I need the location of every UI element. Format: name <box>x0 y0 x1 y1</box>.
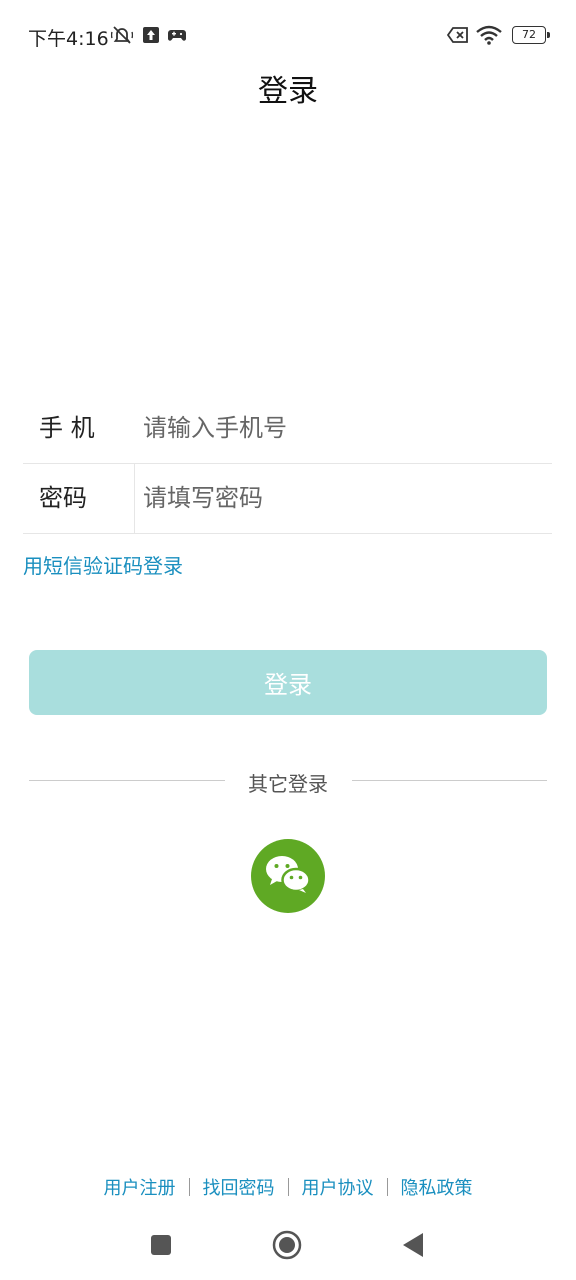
sms-login-link[interactable]: 用短信验证码登录 <box>23 550 183 579</box>
privacy-policy-link[interactable]: 隐私政策 <box>388 1174 486 1200</box>
navigation-bar <box>0 1220 576 1270</box>
password-divider <box>134 463 135 533</box>
wechat-icon <box>264 854 312 898</box>
upload-icon <box>141 24 161 46</box>
forgot-password-link[interactable]: 找回密码 <box>190 1174 288 1200</box>
wifi-icon <box>475 24 503 46</box>
status-bar: 下午4:16 72 <box>0 0 576 70</box>
user-agreement-link[interactable]: 用户协议 <box>289 1174 387 1200</box>
back-icon[interactable] <box>401 1232 425 1262</box>
password-label: 密码 <box>39 484 87 512</box>
password-row: 密码 <box>23 463 552 534</box>
phone-row: 手 机 <box>23 393 552 464</box>
wechat-login-button[interactable] <box>251 839 325 913</box>
password-input[interactable] <box>143 473 543 523</box>
gamepad-icon <box>166 24 188 46</box>
footer-links: 用户注册 找回密码 用户协议 隐私政策 <box>0 1174 576 1200</box>
home-icon[interactable] <box>272 1230 302 1264</box>
login-button[interactable]: 登录 <box>29 650 547 715</box>
battery-icon: 72 <box>512 26 550 44</box>
page-title: 登录 <box>258 74 318 109</box>
register-link[interactable]: 用户注册 <box>91 1174 189 1200</box>
other-login-divider-right <box>352 780 547 781</box>
sim-off-icon <box>446 24 470 46</box>
phone-input[interactable] <box>143 403 543 453</box>
status-time: 下午4:16 <box>28 28 109 50</box>
recent-apps-icon[interactable] <box>150 1234 172 1260</box>
phone-label: 手 机 <box>39 414 95 442</box>
mute-bell-icon <box>110 24 134 46</box>
other-login-label: 其它登录 <box>248 772 328 796</box>
